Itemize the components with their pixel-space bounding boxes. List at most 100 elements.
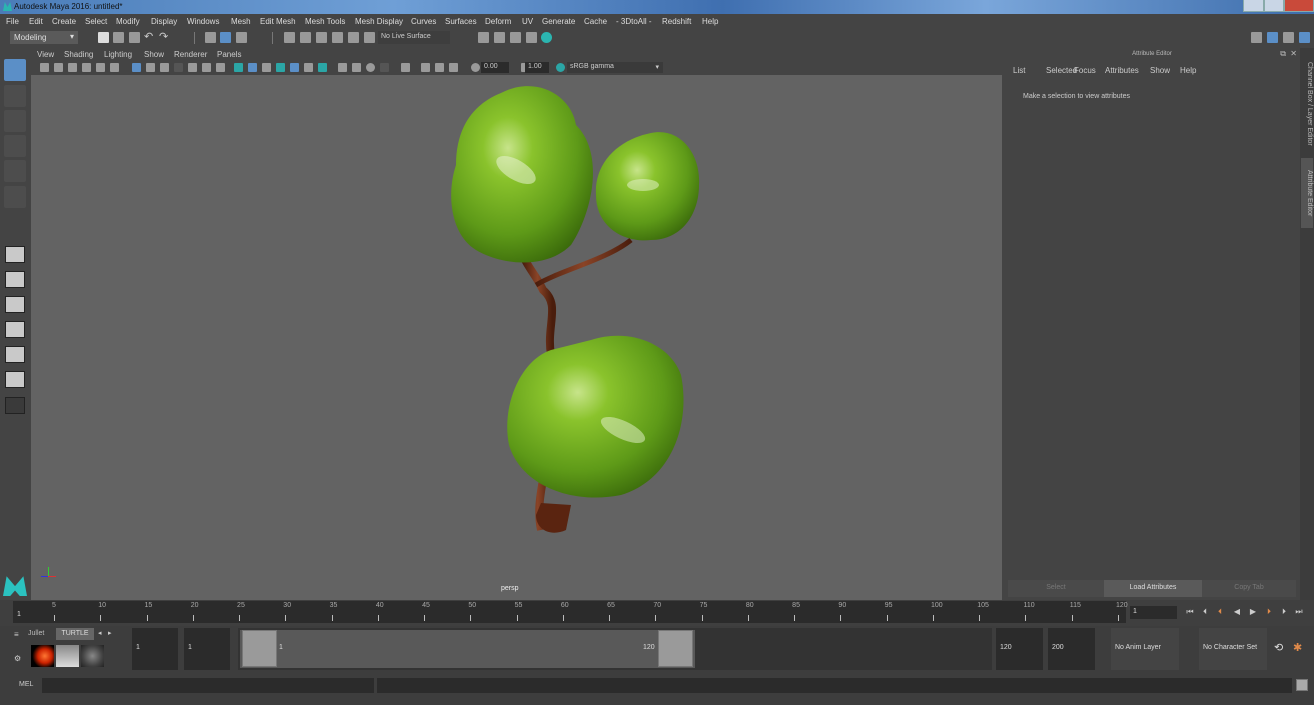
turtle-bake-shelf-icon[interactable] — [56, 645, 79, 667]
shelf-tab-turtle[interactable]: TURTLE — [56, 628, 94, 640]
wireframe-icon[interactable] — [234, 63, 243, 72]
persp-graph-layout-icon[interactable] — [5, 371, 25, 388]
menu-surfaces[interactable]: Surfaces — [445, 17, 477, 26]
panel-menu-renderer[interactable]: Renderer — [174, 50, 207, 59]
menu-display[interactable]: Display — [151, 17, 177, 26]
make-live-icon[interactable] — [364, 32, 375, 43]
select-by-component-icon[interactable] — [236, 32, 247, 43]
mel-command-input[interactable] — [42, 678, 374, 693]
step-forward-frame-button[interactable]: ⏵ — [1279, 607, 1289, 617]
auto-key-icon[interactable]: ⟲ — [1274, 641, 1283, 654]
exposure-field[interactable]: 0.00 — [481, 62, 509, 73]
panel-menu-view[interactable]: View — [37, 50, 54, 59]
live-surface-field[interactable]: No Live Surface — [378, 31, 450, 44]
go-to-end-button[interactable]: ⏭ — [1294, 607, 1304, 617]
menu-generate[interactable]: Generate — [542, 17, 575, 26]
render-view-icon[interactable] — [478, 32, 489, 43]
load-attributes-button[interactable]: Load Attributes — [1104, 580, 1202, 597]
menu-select[interactable]: Select — [85, 17, 107, 26]
ae-menu-list[interactable]: List — [1013, 66, 1025, 75]
snap-to-point-icon[interactable] — [316, 32, 327, 43]
hud-icon[interactable] — [449, 63, 458, 72]
range-slider[interactable]: 1 120 — [238, 628, 992, 670]
snap-to-view-plane-icon[interactable] — [332, 32, 343, 43]
paint-select-tool-icon[interactable] — [4, 110, 26, 132]
2d-pan-zoom-icon[interactable] — [96, 63, 105, 72]
single-pane-layout-icon[interactable] — [5, 246, 25, 263]
bookmark-icon[interactable] — [68, 63, 77, 72]
menu-cache[interactable]: Cache — [584, 17, 607, 26]
ae-menu-attributes[interactable]: Attributes — [1105, 66, 1139, 75]
color-management-icon[interactable] — [556, 63, 565, 72]
tool-settings-icon[interactable] — [1283, 32, 1294, 43]
textured-icon[interactable] — [276, 63, 285, 72]
ipr-render-icon[interactable] — [510, 32, 521, 43]
anti-aliasing-icon[interactable] — [366, 63, 375, 72]
grid-icon[interactable] — [132, 63, 141, 72]
ae-menu-focus[interactable]: Focus — [1074, 66, 1096, 75]
close-panel-icon[interactable]: ✕ — [1290, 49, 1297, 58]
move-tool-icon[interactable] — [4, 135, 26, 157]
rotate-tool-icon[interactable] — [4, 160, 26, 182]
scale-tool-icon[interactable] — [4, 186, 26, 208]
snap-to-curve-icon[interactable] — [300, 32, 311, 43]
screen-space-ao-icon[interactable] — [338, 63, 347, 72]
menu-redshift[interactable]: Redshift — [662, 17, 691, 26]
menu-3dtoall[interactable]: - 3DtoAll - — [616, 17, 652, 26]
current-frame-field[interactable]: 1 — [1130, 606, 1177, 619]
ae-menu-help[interactable]: Help — [1180, 66, 1196, 75]
play-forwards-button[interactable]: ▶ — [1248, 607, 1258, 617]
minimize-button[interactable] — [1243, 0, 1264, 12]
range-start-handle[interactable] — [242, 630, 277, 667]
xray-joints-icon[interactable] — [421, 63, 430, 72]
maximize-button[interactable] — [1264, 0, 1284, 12]
menu-edit-mesh[interactable]: Edit Mesh — [260, 17, 296, 26]
persp-outliner-layout-icon[interactable] — [5, 346, 25, 363]
step-back-key-button[interactable]: ⏴ — [1215, 607, 1225, 617]
depth-of-field-icon[interactable] — [380, 63, 389, 72]
undo-icon[interactable]: ↶ — [144, 30, 155, 43]
menu-deform[interactable]: Deform — [485, 17, 511, 26]
time-slider[interactable]: 1 5 10 15 20 25 30 35 40 45 50 55 60 65 70 75 80 85 90 95 1… — [13, 601, 1128, 623]
turtle-render-shelf-icon[interactable] — [31, 645, 54, 667]
menu-create[interactable]: Create — [52, 17, 76, 26]
animation-start-field[interactable]: 1 — [132, 628, 178, 670]
camera-attributes-icon[interactable] — [54, 63, 63, 72]
shelf-menu-icon[interactable]: ≡ — [14, 630, 19, 639]
workspace-dropdown[interactable]: Modeling ▾ — [10, 31, 78, 44]
resolution-gate-icon[interactable] — [160, 63, 169, 72]
hypershade-icon[interactable] — [541, 32, 552, 43]
select-by-hierarchy-icon[interactable] — [205, 32, 216, 43]
save-scene-icon[interactable] — [129, 32, 140, 43]
field-chart-icon[interactable] — [188, 63, 197, 72]
panel-menu-panels[interactable]: Panels — [217, 50, 241, 59]
safe-title-icon[interactable] — [216, 63, 225, 72]
shelf-scroll-left-icon[interactable]: ◂ — [98, 629, 102, 637]
menu-uv[interactable]: UV — [522, 17, 533, 26]
close-button[interactable] — [1284, 0, 1314, 12]
playback-start-field[interactable]: 1 — [184, 628, 230, 670]
custom-layout-icon[interactable] — [5, 397, 25, 414]
select-button[interactable]: Select — [1008, 580, 1104, 597]
image-plane-icon[interactable] — [82, 63, 91, 72]
motion-blur-icon[interactable] — [352, 63, 361, 72]
attribute-editor-toggle-icon[interactable] — [1267, 32, 1278, 43]
menu-modify[interactable]: Modify — [116, 17, 140, 26]
channel-box-toggle-icon[interactable] — [1299, 32, 1310, 43]
tab-channel-box[interactable]: Channel Box / Layer Editor — [1301, 54, 1313, 154]
xray-active-icon[interactable] — [435, 63, 444, 72]
use-all-lights-icon[interactable] — [304, 63, 313, 72]
tab-attribute-editor[interactable]: Attribute Editor — [1301, 158, 1313, 228]
go-to-start-button[interactable]: ⏮ — [1185, 607, 1195, 617]
two-pane-stacked-layout-icon[interactable] — [5, 321, 25, 338]
range-end-handle[interactable] — [658, 630, 693, 667]
ae-menu-selected[interactable]: Selected — [1046, 66, 1077, 75]
shelf-settings-icon[interactable]: ⚙ — [14, 654, 21, 663]
render-settings-icon[interactable] — [526, 32, 537, 43]
panel-menu-shading[interactable]: Shading — [64, 50, 93, 59]
smooth-shade-icon[interactable] — [248, 63, 257, 72]
menu-mesh[interactable]: Mesh — [231, 17, 251, 26]
ae-menu-show[interactable]: Show — [1150, 66, 1170, 75]
lasso-tool-icon[interactable] — [4, 85, 26, 107]
shadows-icon[interactable] — [318, 63, 327, 72]
